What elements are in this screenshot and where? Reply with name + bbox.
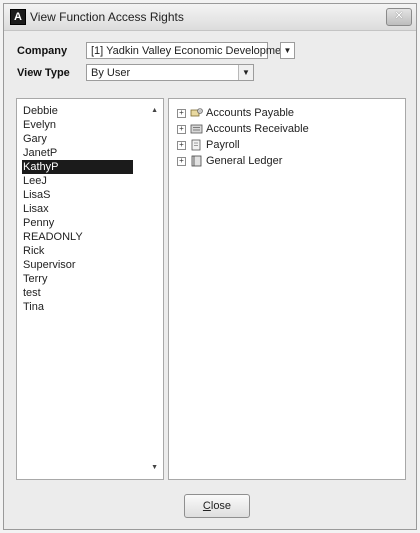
list-item[interactable]: Gary bbox=[23, 132, 47, 146]
list-item[interactable]: LisaS bbox=[23, 188, 51, 202]
accounts-payable-icon bbox=[190, 108, 203, 117]
user-list[interactable]: Debbie Evelyn Gary JanetP KathyP LeeJ Li… bbox=[16, 98, 164, 480]
title-bar[interactable]: A View Function Access Rights ✕ bbox=[4, 4, 416, 31]
window-title: View Function Access Rights bbox=[30, 10, 184, 24]
payroll-icon bbox=[191, 139, 201, 151]
expand-icon[interactable]: + bbox=[177, 157, 186, 166]
app-icon: A bbox=[10, 9, 26, 25]
company-value: [1] Yadkin Valley Economic Development bbox=[91, 45, 291, 57]
dialog-window: A View Function Access Rights ✕ Company … bbox=[3, 3, 417, 530]
expand-icon[interactable]: + bbox=[177, 109, 186, 118]
list-item[interactable]: Supervisor bbox=[23, 258, 76, 272]
list-item[interactable]: test bbox=[23, 286, 41, 300]
close-button-label: lose bbox=[210, 500, 232, 512]
close-button[interactable]: Close bbox=[184, 494, 250, 518]
general-ledger-icon bbox=[191, 155, 202, 167]
view-type-select[interactable]: By User ▼ bbox=[86, 64, 254, 81]
list-item[interactable]: Terry bbox=[23, 272, 47, 286]
expand-icon[interactable]: + bbox=[177, 141, 186, 150]
scroll-up-arrow-icon[interactable]: ▲ bbox=[151, 107, 158, 114]
list-item[interactable]: Rick bbox=[23, 244, 44, 258]
list-item[interactable]: Evelyn bbox=[23, 118, 56, 132]
scroll-down-arrow-icon[interactable]: ▼ bbox=[151, 464, 158, 471]
list-item[interactable]: Lisax bbox=[23, 202, 49, 216]
list-item[interactable]: Tina bbox=[23, 300, 44, 314]
tree-label: Accounts Receivable bbox=[206, 123, 309, 135]
accounts-receivable-icon bbox=[190, 124, 203, 134]
company-label: Company bbox=[17, 45, 68, 57]
company-dropdown-arrow-icon[interactable]: ▼ bbox=[280, 42, 295, 59]
list-item[interactable]: READONLY bbox=[23, 230, 83, 244]
tree-label: Payroll bbox=[206, 139, 240, 151]
list-item[interactable]: Penny bbox=[23, 216, 54, 230]
list-item[interactable]: Debbie bbox=[23, 104, 58, 118]
view-type-dropdown-arrow-icon[interactable]: ▼ bbox=[238, 65, 253, 80]
expand-icon[interactable]: + bbox=[177, 125, 186, 134]
function-tree[interactable]: + Accounts Payable + Accounts Receivable… bbox=[168, 98, 406, 480]
tree-label: Accounts Payable bbox=[206, 107, 295, 119]
close-button-mnemonic: C bbox=[202, 500, 211, 512]
list-item-selected[interactable]: KathyP bbox=[22, 160, 133, 174]
tree-label: General Ledger bbox=[206, 155, 283, 167]
view-type-value: By User bbox=[91, 67, 131, 79]
company-select[interactable]: [1] Yadkin Valley Economic Development bbox=[86, 42, 290, 59]
list-item[interactable]: LeeJ bbox=[23, 174, 47, 188]
list-item[interactable]: JanetP bbox=[23, 146, 57, 160]
close-window-icon[interactable]: ✕ bbox=[386, 8, 412, 26]
view-type-label: View Type bbox=[17, 67, 70, 79]
